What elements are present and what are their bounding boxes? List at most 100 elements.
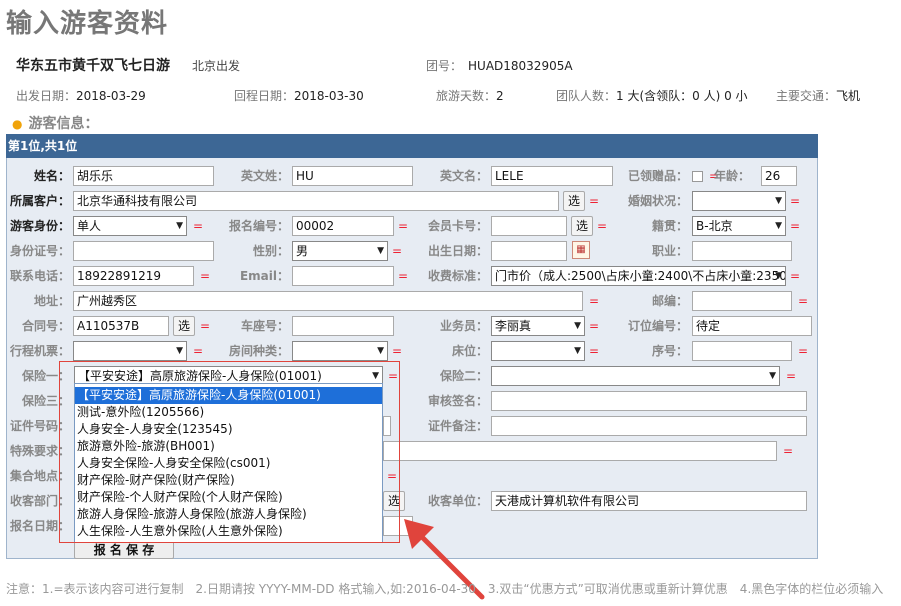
return-date: 回程日期：2018-03-30 <box>234 89 364 103</box>
booker-label: 订位编号： <box>627 319 688 333</box>
calendar-icon[interactable]: ▦ <box>572 241 590 259</box>
copy-marker: = <box>798 344 809 358</box>
ticket-label: 行程机票： <box>9 344 70 358</box>
fee-select[interactable]: 门市价（成人:2500\占床小童:2400\不占床小童:2350） <box>491 266 786 286</box>
special-input[interactable] <box>383 441 777 461</box>
sales-select[interactable]: 李丽真 <box>491 316 585 336</box>
marital-select[interactable] <box>692 191 786 211</box>
idcard-label: 身份证号： <box>9 244 70 258</box>
copy-marker: = <box>398 219 409 233</box>
cert-note-input[interactable] <box>491 416 807 436</box>
gender-label: 性别： <box>252 244 289 258</box>
save-button[interactable]: 报 名 保 存 <box>74 541 174 559</box>
birth-input[interactable] <box>491 241 567 261</box>
unit-label: 收客单位： <box>427 494 488 508</box>
seat-input[interactable] <box>292 316 394 336</box>
start-date: 出发日期：2018-03-29 <box>16 89 146 103</box>
tour-depart-city: 北京出发 <box>192 59 241 73</box>
footer-note: 注意：1.=表示该内容可进行复制 2.日期请按 YYYY-MM-DD 格式输入,… <box>6 582 884 596</box>
copy-marker: = <box>783 444 794 458</box>
copy-marker: = <box>193 344 204 358</box>
en-last-label: 英文姓： <box>240 169 289 183</box>
gender-select[interactable]: 男 <box>292 241 388 261</box>
identity-label: 游客身份： <box>9 219 70 233</box>
copy-marker: = <box>589 344 600 358</box>
audit-label: 审核签名： <box>427 394 488 408</box>
unit-input[interactable]: 天港成计算机软件有限公司 <box>491 491 807 511</box>
room-label: 房间种类： <box>228 344 289 358</box>
copy-marker: = <box>200 269 211 283</box>
email-input[interactable] <box>292 266 394 286</box>
ins2-label: 保险二： <box>439 369 488 383</box>
copy-marker: = <box>597 219 608 233</box>
page-title: 输入游客资料 <box>6 9 169 39</box>
panel-header: 第1位,共1位 <box>6 134 818 158</box>
highlight-box <box>59 361 400 543</box>
member-input[interactable] <box>491 216 567 236</box>
audit-input[interactable] <box>491 391 807 411</box>
phone-input[interactable]: 18922891219 <box>73 266 194 286</box>
fee-label: 收费标准： <box>427 269 488 283</box>
copy-marker: = <box>392 344 403 358</box>
customer-label: 所属客户： <box>9 194 70 208</box>
origin-select[interactable]: B-北京 <box>692 216 786 236</box>
contract-input[interactable]: A110537B <box>73 316 169 336</box>
team-people: 团队人数：1 大(含领队：0 人) 0 小 <box>556 89 748 103</box>
en-first-label: 英文名： <box>439 169 488 183</box>
copy-marker: = <box>790 194 801 208</box>
seat-label: 车座号： <box>240 319 289 333</box>
copy-marker: = <box>589 194 600 208</box>
copy-marker: = <box>790 219 801 233</box>
age-label: 年龄： <box>713 169 750 183</box>
copy-marker: = <box>398 269 409 283</box>
birth-label: 出生日期： <box>427 244 488 258</box>
seq-input[interactable] <box>692 341 792 361</box>
signup-no-label: 报名编号： <box>228 219 289 233</box>
zip-input[interactable] <box>692 291 792 311</box>
marital-label: 婚姻状况： <box>627 194 688 208</box>
contract-select-button[interactable]: 选 <box>173 316 195 336</box>
name-label: 姓名： <box>33 169 70 183</box>
email-label: Email： <box>239 269 289 283</box>
booker-input[interactable]: 待定 <box>692 316 812 336</box>
contract-label: 合同号： <box>21 319 70 333</box>
ticket-select[interactable] <box>73 341 187 361</box>
tour-name: 华东五市黄千双飞七日游 <box>16 58 170 74</box>
zip-label: 邮编： <box>651 294 688 308</box>
sales-label: 业务员： <box>439 319 488 333</box>
bed-label: 床位： <box>451 344 488 358</box>
idcard-input[interactable] <box>73 241 214 261</box>
copy-marker: = <box>193 219 204 233</box>
seq-label: 序号： <box>651 344 688 358</box>
origin-label: 籍贯： <box>651 219 688 233</box>
phone-label: 联系电话： <box>9 269 70 283</box>
copy-marker: = <box>392 244 403 258</box>
gift-label: 已领赠品： <box>627 169 688 183</box>
room-select[interactable] <box>292 341 388 361</box>
en-first-input[interactable]: LELE <box>491 166 613 186</box>
copy-marker: = <box>798 294 809 308</box>
address-input[interactable]: 广州越秀区 <box>73 291 583 311</box>
cert-note-label: 证件备注： <box>427 419 488 433</box>
bullet-icon: ● <box>12 117 23 131</box>
name-input[interactable]: 胡乐乐 <box>73 166 214 186</box>
job-input[interactable] <box>692 241 792 261</box>
customer-input[interactable]: 北京华通科技有限公司 <box>73 191 559 211</box>
member-label: 会员卡号： <box>427 219 488 233</box>
customer-select-button[interactable]: 选 <box>563 191 585 211</box>
copy-marker: = <box>790 269 801 283</box>
age-input[interactable]: 26 <box>761 166 797 186</box>
copy-marker: = <box>589 319 600 333</box>
group-no: 团号： HUAD18032905A <box>426 59 573 73</box>
member-select-button[interactable]: 选 <box>571 216 593 236</box>
signup-no-input[interactable]: 00002 <box>292 216 394 236</box>
transport: 主要交通：飞机 <box>776 89 861 103</box>
en-last-input[interactable]: HU <box>292 166 413 186</box>
bed-select[interactable] <box>491 341 585 361</box>
address-label: 地址： <box>33 294 70 308</box>
identity-select[interactable]: 单人 <box>73 216 187 236</box>
copy-marker: = <box>200 319 211 333</box>
ins2-select[interactable] <box>491 366 780 386</box>
copy-marker: = <box>786 369 797 383</box>
copy-marker: = <box>589 294 600 308</box>
